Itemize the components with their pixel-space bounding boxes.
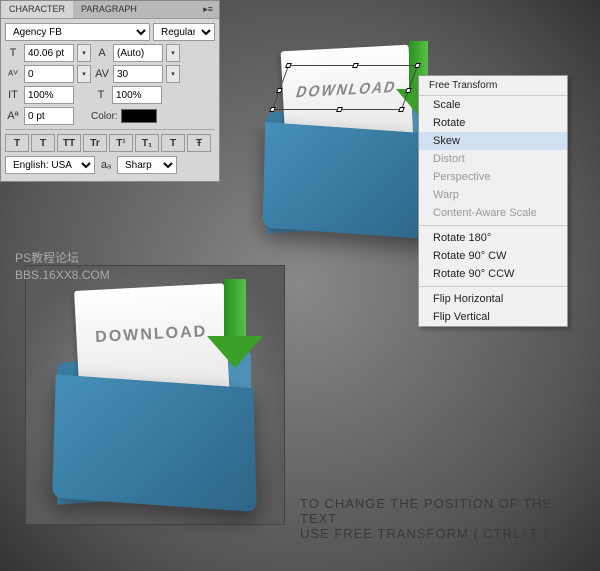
faux-italic-button[interactable]: T xyxy=(31,134,55,152)
kerning-input[interactable] xyxy=(24,65,74,83)
baseline-icon: Aª xyxy=(5,108,21,124)
vscale-icon: IT xyxy=(5,87,21,103)
folder-icon-preview-2: DOWNLOAD xyxy=(25,265,285,525)
ctx-flip-v[interactable]: Flip Vertical xyxy=(419,308,567,326)
watermark: PS教程论坛 BBS.16XX8.COM xyxy=(15,250,110,284)
context-menu-header: Free Transform xyxy=(419,76,567,96)
leading-icon: A xyxy=(94,45,110,61)
handle-icon[interactable] xyxy=(352,63,359,68)
download-arrow xyxy=(207,279,264,382)
ctx-content-aware: Content-Aware Scale xyxy=(419,204,567,222)
underline-button[interactable]: T xyxy=(161,134,185,152)
antialias-select[interactable]: Sharp xyxy=(117,156,177,174)
font-weight-select[interactable]: Regular xyxy=(153,23,215,41)
handle-icon[interactable] xyxy=(276,88,283,93)
hscale-icon: T xyxy=(93,87,109,103)
color-label: Color: xyxy=(91,111,118,122)
font-family-select[interactable]: Agency FB xyxy=(5,23,150,41)
dropdown-icon[interactable]: ▾ xyxy=(77,65,91,83)
ctx-skew[interactable]: Skew xyxy=(419,132,567,150)
folder-front xyxy=(263,122,437,239)
ctx-flip-h[interactable]: Flip Horizontal xyxy=(419,290,567,308)
color-swatch[interactable] xyxy=(121,109,157,123)
faux-bold-button[interactable]: T xyxy=(5,134,29,152)
subscript-button[interactable]: T₁ xyxy=(135,134,159,152)
dropdown-icon[interactable]: ▾ xyxy=(166,44,180,62)
strike-button[interactable]: Ŧ xyxy=(187,134,211,152)
baseline-input[interactable] xyxy=(24,107,74,125)
kerning-icon: ᴬⱽ xyxy=(5,66,21,82)
tracking-icon: AV xyxy=(94,66,110,82)
instruction-caption: TO CHANGE THE POSITION OF THE TEXT USE F… xyxy=(300,496,560,541)
handle-icon[interactable] xyxy=(285,63,292,68)
tab-paragraph[interactable]: PARAGRAPH xyxy=(73,1,145,18)
dropdown-icon[interactable]: ▾ xyxy=(166,65,180,83)
leading-input[interactable] xyxy=(113,44,163,62)
watermark-line1: PS教程论坛 xyxy=(15,250,110,267)
folder-front xyxy=(53,374,258,511)
superscript-button[interactable]: T¹ xyxy=(109,134,133,152)
tracking-input[interactable] xyxy=(113,65,163,83)
ctx-rotate[interactable]: Rotate xyxy=(419,114,567,132)
aa-icon: aₐ xyxy=(98,157,114,173)
allcaps-button[interactable]: TT xyxy=(57,134,81,152)
caption-line2: USE FREE TRANSFORM ( CTRL+T ) xyxy=(300,526,560,541)
font-size-input[interactable] xyxy=(24,44,74,62)
smallcaps-button[interactable]: Tr xyxy=(83,134,107,152)
caption-line1: TO CHANGE THE POSITION OF THE TEXT xyxy=(300,496,560,526)
character-panel: CHARACTER PARAGRAPH ▸≡ Agency FB Regular… xyxy=(0,0,220,182)
ctx-rotate-90cw[interactable]: Rotate 90° CW xyxy=(419,247,567,265)
panel-menu-icon[interactable]: ▸≡ xyxy=(197,1,219,18)
separator xyxy=(419,286,567,287)
hscale-input[interactable] xyxy=(112,86,162,104)
style-buttons: T T TT Tr T¹ T₁ T Ŧ xyxy=(5,129,215,152)
tab-character[interactable]: CHARACTER xyxy=(1,1,73,18)
language-select[interactable]: English: USA xyxy=(5,156,95,174)
transform-bounding-box[interactable] xyxy=(272,65,418,110)
panel-tabs: CHARACTER PARAGRAPH ▸≡ xyxy=(1,1,219,19)
font-size-icon: T xyxy=(5,45,21,61)
separator xyxy=(419,225,567,226)
watermark-line2: BBS.16XX8.COM xyxy=(15,267,110,284)
document-text: DOWNLOAD xyxy=(94,322,207,346)
ctx-rotate-180[interactable]: Rotate 180° xyxy=(419,229,567,247)
transform-context-menu: Free Transform Scale Rotate Skew Distort… xyxy=(418,75,568,327)
ctx-warp: Warp xyxy=(419,186,567,204)
ctx-distort: Distort xyxy=(419,150,567,168)
ctx-perspective: Perspective xyxy=(419,168,567,186)
vscale-input[interactable] xyxy=(24,86,74,104)
ctx-rotate-90ccw[interactable]: Rotate 90° CCW xyxy=(419,265,567,283)
ctx-scale[interactable]: Scale xyxy=(419,96,567,114)
dropdown-icon[interactable]: ▾ xyxy=(77,44,91,62)
